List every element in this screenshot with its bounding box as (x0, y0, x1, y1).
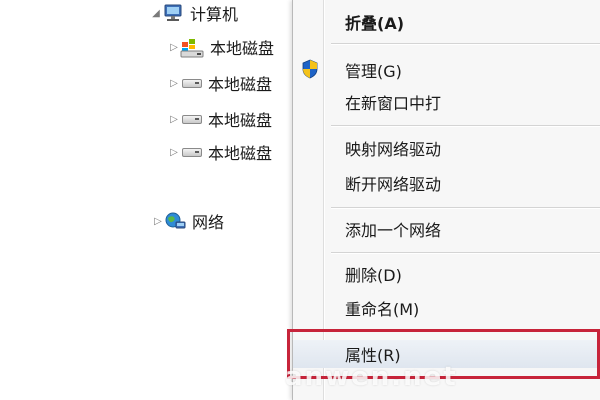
uac-shield-icon (302, 59, 318, 79)
collapsed-arrow-icon[interactable]: ▷ (168, 42, 180, 53)
tree-item-drive-2[interactable]: ▷ 本地磁盘 (168, 70, 272, 96)
menu-item-rename[interactable]: 重命名(M) (293, 294, 600, 322)
collapsed-arrow-icon[interactable]: ▷ (168, 114, 180, 125)
tree-item-label: 本地磁盘 (210, 39, 275, 58)
menu-separator (331, 43, 600, 45)
hard-drive-icon (182, 76, 202, 90)
tree-item-drive-4[interactable]: ▷ 本地磁盘 (168, 139, 272, 165)
system-drive-icon (180, 39, 204, 58)
watermark-text: anwen.net (285, 362, 458, 392)
tree-item-network[interactable]: ▷ 网络 (152, 208, 224, 234)
tree-item-drive-1[interactable]: ▷ 本地磁盘 (168, 34, 274, 60)
expanded-arrow-icon[interactable]: ◢ (150, 8, 162, 19)
menu-item-delete[interactable]: 删除(D) (293, 260, 600, 288)
menu-item-label: 添加一个网络 (345, 221, 442, 240)
network-globe-icon (165, 212, 186, 229)
collapsed-arrow-icon[interactable]: ▷ (168, 78, 180, 89)
menu-item-map-network-drive[interactable]: 映射网络驱动 (293, 134, 600, 162)
tree-item-label: 网络 (192, 213, 225, 232)
menu-item-label: 管理(G) (345, 62, 402, 81)
collapsed-arrow-icon[interactable]: ▷ (168, 147, 180, 158)
menu-item-add-network-location[interactable]: 添加一个网络 (293, 215, 600, 243)
hard-drive-icon (182, 112, 202, 126)
tree-item-label: 本地磁盘 (208, 111, 273, 130)
menu-item-collapse[interactable]: 折叠(A) (293, 8, 600, 36)
computer-icon (164, 4, 182, 21)
tree-item-computer[interactable]: ◢ 计算机 (150, 0, 238, 26)
tree-item-label: 本地磁盘 (208, 144, 273, 163)
navigation-tree: ◢ 计算机 ▷ 本地磁盘 ▷ 本地磁盘 ▷ 本地磁盘 ▷ 本地磁盘 ▷ 网络 (0, 0, 292, 400)
menu-separator (331, 252, 600, 254)
tree-item-label: 本地磁盘 (208, 75, 273, 94)
menu-item-label: 在新窗口中打 (345, 94, 442, 113)
menu-item-label: 重命名(M) (345, 300, 420, 319)
menu-item-label: 折叠(A) (345, 14, 405, 33)
menu-item-label: 映射网络驱动 (345, 140, 442, 159)
tree-item-drive-3[interactable]: ▷ 本地磁盘 (168, 106, 272, 132)
menu-item-label: 断开网络驱动 (345, 175, 442, 194)
menu-item-open-new-window[interactable]: 在新窗口中打 (293, 88, 600, 116)
menu-item-manage[interactable]: 管理(G) (293, 56, 600, 84)
collapsed-arrow-icon[interactable]: ▷ (152, 216, 164, 227)
menu-separator (331, 125, 600, 127)
menu-separator (331, 207, 600, 209)
screenshot-scene: ◢ 计算机 ▷ 本地磁盘 ▷ 本地磁盘 ▷ 本地磁盘 ▷ 本地磁盘 ▷ 网络 折… (0, 0, 600, 400)
tree-item-label: 计算机 (190, 5, 239, 24)
menu-item-disconnect-network-drive[interactable]: 断开网络驱动 (293, 169, 600, 197)
menu-item-label: 删除(D) (345, 266, 402, 285)
hard-drive-icon (182, 145, 202, 159)
